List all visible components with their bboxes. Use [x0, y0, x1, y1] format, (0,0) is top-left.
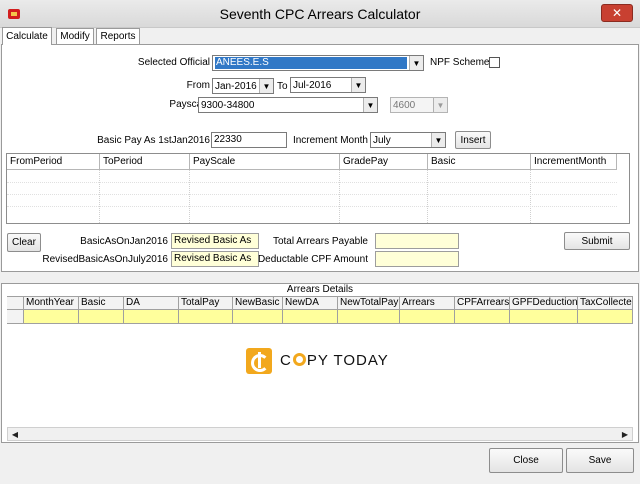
column-divider	[339, 170, 340, 223]
basic-pay-label: Basic Pay As 1stJan2016	[97, 135, 210, 146]
column-header[interactable]: NewDA	[283, 296, 338, 310]
chevron-down-icon[interactable]: ▼	[409, 56, 423, 70]
increment-month-combo[interactable]: July ▼	[370, 132, 446, 148]
scroll-left-icon[interactable]: ◀	[8, 428, 22, 440]
arrears-details-title: Arrears Details	[286, 284, 354, 295]
column-header[interactable]: Arrears	[400, 296, 455, 310]
copy-today-logo-text: C PY TODAY	[280, 352, 389, 369]
column-header[interactable]: PayScale	[190, 154, 340, 170]
column-divider	[530, 170, 531, 223]
tab-reports[interactable]: Reports	[96, 28, 140, 44]
npf-scheme-label: NPF Scheme	[430, 57, 490, 68]
row-selector[interactable]	[7, 310, 24, 324]
npf-scheme-checkbox[interactable]	[489, 57, 500, 68]
to-combo[interactable]: Jul-2016 ▼	[290, 77, 366, 93]
revised-july-field: Revised Basic As	[171, 251, 259, 267]
save-button[interactable]: Save	[566, 448, 634, 473]
table-cell[interactable]	[578, 310, 633, 324]
basic-jan-label: BasicAsOnJan2016	[80, 236, 168, 247]
basic-pay-field[interactable]: 22330	[211, 132, 287, 148]
column-header[interactable]: TaxCollected	[578, 296, 633, 310]
copy-today-logo-icon	[246, 348, 272, 374]
column-header[interactable]: MonthYear	[24, 296, 79, 310]
table-cell[interactable]	[455, 310, 510, 324]
chevron-down-icon: ▼	[433, 98, 447, 112]
table-cell[interactable]	[79, 310, 124, 324]
horizontal-scrollbar[interactable]: ◀ ▶	[7, 427, 633, 441]
deductable-cpf-label: Deductable CPF Amount	[257, 254, 368, 265]
increment-month-value: July	[373, 134, 391, 146]
column-header[interactable]: TotalPay	[179, 296, 233, 310]
chevron-down-icon[interactable]: ▼	[363, 98, 377, 112]
clear-button[interactable]: Clear	[7, 233, 41, 252]
selected-official-label: Selected Official	[137, 57, 210, 68]
submit-button[interactable]: Submit	[564, 232, 630, 250]
column-divider	[189, 170, 190, 223]
table-cell[interactable]	[233, 310, 283, 324]
from-value: Jan-2016	[215, 80, 257, 92]
column-header[interactable]: GradePay	[340, 154, 428, 170]
table-cell[interactable]	[179, 310, 233, 324]
column-header[interactable]: ToPeriod	[100, 154, 190, 170]
basic-jan-field: Revised Basic As	[171, 233, 259, 249]
column-header[interactable]: FromPeriod	[7, 154, 100, 170]
column-header[interactable]: NewBasic	[233, 296, 283, 310]
chevron-down-icon[interactable]: ▼	[431, 133, 445, 147]
payscale-combo[interactable]: 9300-34800 ▼	[198, 97, 378, 113]
from-label: From	[186, 80, 210, 91]
table-cell[interactable]	[283, 310, 338, 324]
column-header[interactable]: IncrementMonth	[531, 154, 617, 170]
table-cell[interactable]	[338, 310, 400, 324]
tab-modify[interactable]: Modify	[56, 28, 94, 44]
scroll-right-icon[interactable]: ▶	[618, 428, 632, 440]
table-cell[interactable]	[400, 310, 455, 324]
column-header[interactable]: NewTotalPay	[338, 296, 400, 310]
period-table[interactable]: FromPeriod ToPeriod PayScale GradePay Ba…	[6, 153, 630, 224]
column-header[interactable]: Basic	[428, 154, 531, 170]
grade-pay-value: 4600	[393, 99, 416, 111]
total-arrears-field	[375, 233, 459, 249]
chevron-down-icon[interactable]: ▼	[351, 78, 365, 92]
table-cell[interactable]	[124, 310, 179, 324]
column-divider	[427, 170, 428, 223]
chevron-down-icon[interactable]: ▼	[259, 79, 273, 93]
column-header[interactable]: DA	[124, 296, 179, 310]
close-button[interactable]: Close	[489, 448, 563, 473]
selected-official-combo[interactable]: ANEES.E.S ▼	[212, 55, 424, 71]
selected-official-value: ANEES.E.S	[215, 57, 407, 69]
row-divider	[7, 182, 617, 183]
total-arrears-label: Total Arrears Payable	[272, 236, 368, 247]
row-selector-header	[7, 296, 24, 310]
row-divider	[7, 206, 617, 207]
window-close-button[interactable]: ✕	[601, 4, 633, 22]
column-header[interactable]: Basic	[79, 296, 124, 310]
revised-july-label: RevisedBasicAsOnJuly2016	[42, 254, 168, 265]
to-value: Jul-2016	[293, 79, 332, 91]
deductable-cpf-field	[375, 251, 459, 267]
table-cell[interactable]	[24, 310, 79, 324]
payscale-value: 9300-34800	[201, 99, 255, 111]
column-divider	[99, 170, 100, 223]
column-header[interactable]: CPFArrears	[455, 296, 510, 310]
table-cell[interactable]	[510, 310, 578, 324]
window-title: Seventh CPC Arrears Calculator	[219, 6, 421, 22]
insert-button[interactable]: Insert	[455, 131, 491, 149]
grade-pay-combo: 4600 ▼	[390, 97, 448, 113]
increment-month-label: Increment Month	[292, 135, 368, 146]
to-label: To	[277, 81, 288, 92]
column-header[interactable]: GPFDeduction	[510, 296, 578, 310]
tab-calculate[interactable]: Calculate	[2, 27, 52, 45]
from-combo[interactable]: Jan-2016 ▼	[212, 78, 274, 94]
row-divider	[7, 194, 617, 195]
